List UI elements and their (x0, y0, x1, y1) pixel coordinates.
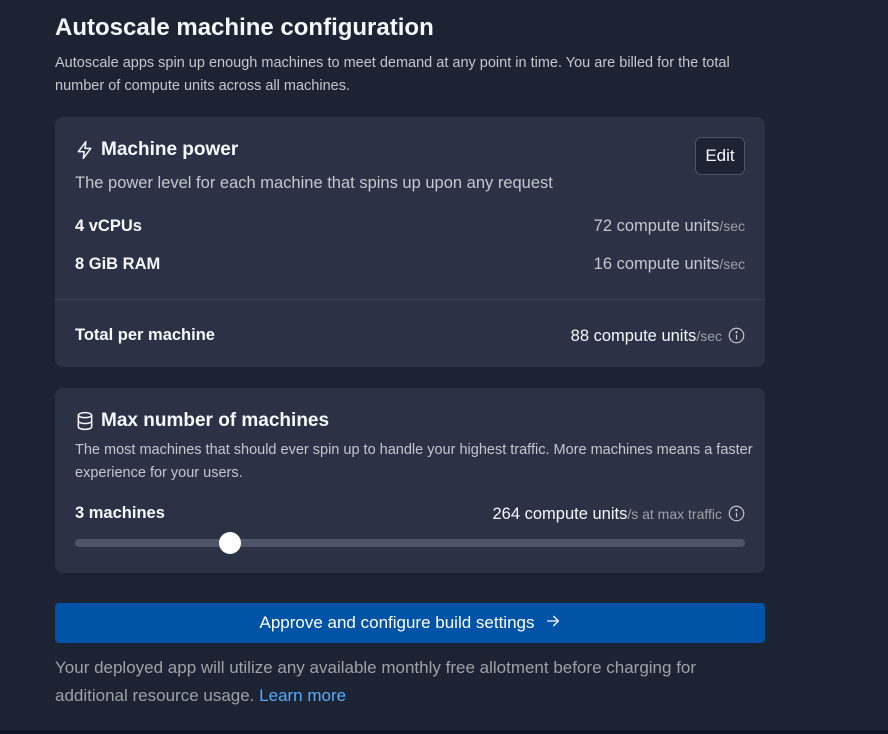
bottom-edge (0, 730, 888, 734)
max-traffic-value: 264 compute units/s at max traffic (492, 502, 745, 524)
cpu-value: 72 compute units/sec (594, 217, 745, 236)
machine-count: 3 machines (75, 503, 165, 522)
slider-thumb[interactable] (218, 532, 241, 554)
max-machines-card: Max number of machines The most machines… (55, 388, 765, 573)
max-machines-header: Max number of machines (75, 410, 329, 432)
machines-slider[interactable] (75, 532, 745, 554)
machine-power-title: Machine power (101, 139, 239, 160)
total-unit: /sec (696, 328, 722, 344)
cpu-label: 4 vCPUs (75, 217, 142, 235)
edit-button[interactable]: Edit (695, 137, 745, 175)
ram-unit: /sec (719, 256, 745, 272)
approve-button-label: Approve and configure build settings (259, 613, 535, 632)
total-compute-units: 88 compute units (570, 327, 697, 345)
max-traffic-unit: /s at max traffic (627, 506, 722, 522)
machine-power-header: Machine power (75, 139, 238, 161)
machine-power-description: The power level for each machine that sp… (75, 174, 553, 192)
ram-value: 16 compute units/sec (594, 255, 745, 274)
ram-compute-units: 16 compute units (593, 255, 720, 273)
ram-label: 8 GiB RAM (75, 255, 161, 273)
cpu-row: 4 vCPUs 72 compute units/sec (75, 217, 745, 236)
machines-row: 3 machines 264 compute units/s at max tr… (75, 502, 745, 524)
machine-power-card: Machine power Edit The power level for e… (55, 117, 765, 367)
max-machines-title: Max number of machines (101, 410, 330, 431)
total-value: 88 compute units/sec (571, 324, 745, 346)
max-machines-description: The most machines that should ever spin … (75, 442, 753, 481)
info-icon[interactable] (728, 327, 745, 344)
cpu-unit: /sec (719, 218, 745, 234)
database-icon (75, 411, 95, 431)
arrow-right-icon (545, 613, 561, 634)
billing-note: Your deployed app will utilize any avail… (55, 654, 765, 710)
ram-row: 8 GiB RAM 16 compute units/sec (75, 255, 745, 274)
max-compute-units: 264 compute units (492, 505, 628, 523)
learn-more-link[interactable]: Learn more (259, 686, 346, 705)
billing-note-text: Your deployed app will utilize any avail… (55, 658, 697, 705)
page-title: Autoscale machine configuration (55, 14, 434, 41)
total-label: Total per machine (75, 325, 215, 344)
page-subtitle: Autoscale apps spin up enough machines t… (55, 55, 730, 94)
cpu-compute-units: 72 compute units (593, 217, 720, 235)
lightning-icon (75, 140, 95, 160)
total-row: Total per machine 88 compute units/sec (75, 324, 745, 346)
info-icon[interactable] (728, 505, 745, 522)
approve-configure-button[interactable]: Approve and configure build settings (55, 603, 765, 643)
divider (55, 299, 765, 300)
